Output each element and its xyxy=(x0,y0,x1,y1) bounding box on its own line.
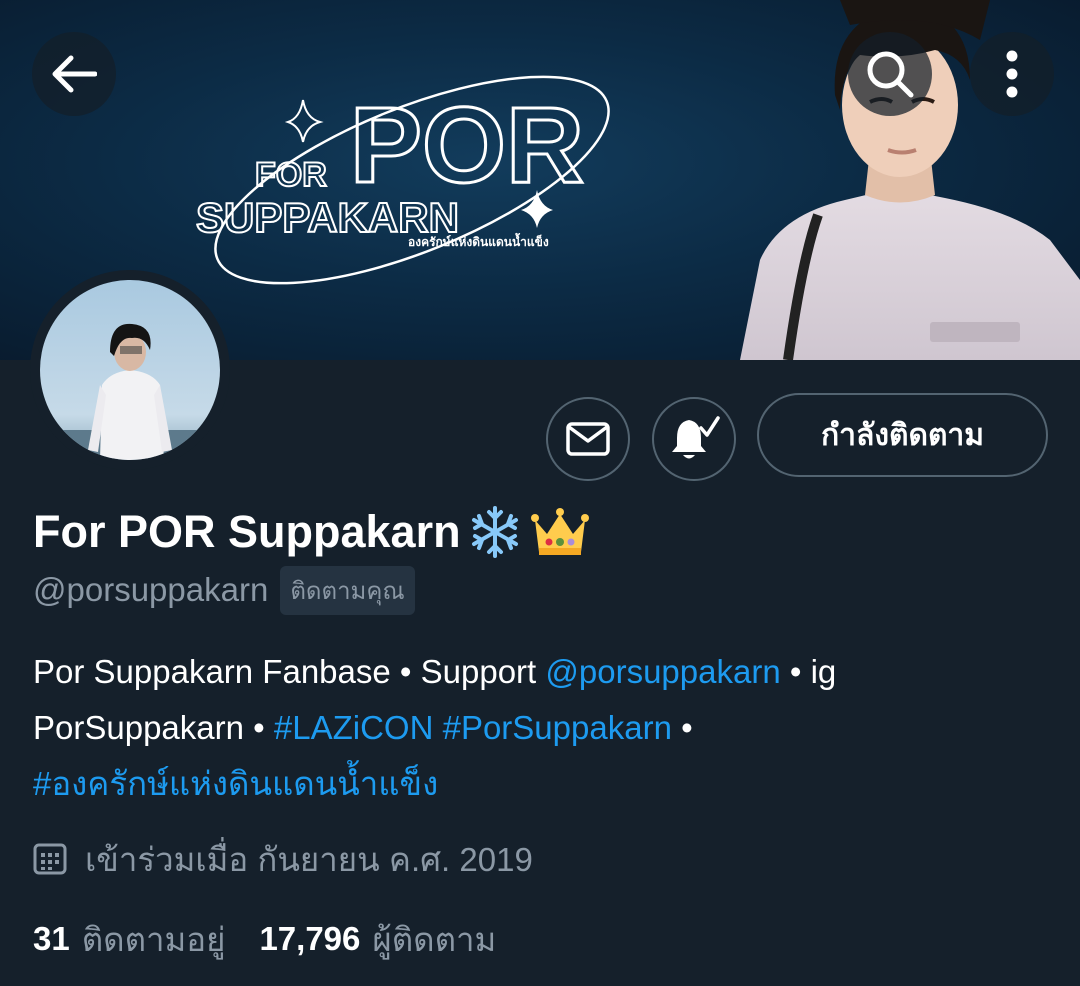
banner-title-sub: SUPPAKARN xyxy=(196,194,459,241)
profile-bio: Por Suppakarn Fanbase • Support @porsupp… xyxy=(33,644,1043,812)
user-handle: @porsuppakarn xyxy=(33,571,269,608)
sparkle-outline-icon xyxy=(284,99,324,143)
message-button[interactable] xyxy=(546,397,630,481)
joined-date-text: เข้าร่วมเมื่อ กันยายน ค.ศ. 2019 xyxy=(85,840,533,878)
follows-you-badge: ติดตามคุณ xyxy=(280,565,415,615)
avatar-photo xyxy=(40,280,220,460)
search-button[interactable] xyxy=(848,32,932,116)
snowflake-icon xyxy=(467,504,523,560)
banner-tagline: องครักษ์แห่งดินแดนน้ำแข็ง xyxy=(408,232,549,249)
bell-check-icon xyxy=(672,416,720,459)
bio-mention-link[interactable]: @porsuppakarn xyxy=(545,653,780,690)
followers-label: ผู้ติดตาม xyxy=(372,920,497,958)
more-options-button[interactable] xyxy=(970,32,1054,116)
followers-count-link[interactable]: 17,796 ผู้ติดตาม xyxy=(259,913,496,966)
search-icon xyxy=(867,51,914,98)
hashtag-link[interactable]: #LAZiCON xyxy=(274,709,434,746)
bio-text xyxy=(433,709,442,746)
back-button[interactable] xyxy=(32,32,116,116)
following-label: ติดตามอยู่ xyxy=(81,920,226,958)
notifications-button[interactable] xyxy=(652,397,736,481)
joined-date-row: เข้าร่วมเมื่อ กันยายน ค.ศ. 2019 xyxy=(33,836,533,882)
followers-count: 17,796 xyxy=(259,920,361,957)
avatar[interactable] xyxy=(30,270,230,470)
display-name: For POR Suppakarn xyxy=(33,502,591,562)
calendar-icon xyxy=(33,843,67,875)
handle-row: @porsuppakarn ติดตามคุณ xyxy=(33,565,415,615)
following-count: 31 xyxy=(33,920,70,957)
arrow-left-icon xyxy=(52,55,97,93)
envelope-icon xyxy=(566,422,610,456)
more-vertical-icon xyxy=(1006,50,1018,98)
bio-text: • xyxy=(671,709,693,746)
display-name-text: For POR Suppakarn xyxy=(33,506,461,557)
banner-title-big: POR xyxy=(350,84,584,205)
crown-icon xyxy=(529,504,591,560)
follow-stats: 31 ติดตามอยู่ 17,796 ผู้ติดตาม xyxy=(33,914,496,964)
hashtag-link[interactable]: #องครักษ์แห่งดินแดนน้ำแข็ง xyxy=(33,765,438,802)
hashtag-link[interactable]: #PorSuppakarn xyxy=(443,709,672,746)
following-button[interactable]: กำลังติดตาม xyxy=(757,393,1048,477)
banner-title-small: FOR xyxy=(255,156,327,194)
following-count-link[interactable]: 31 ติดตามอยู่ xyxy=(33,913,225,966)
bio-text: Por Suppakarn Fanbase • Support xyxy=(33,653,546,690)
